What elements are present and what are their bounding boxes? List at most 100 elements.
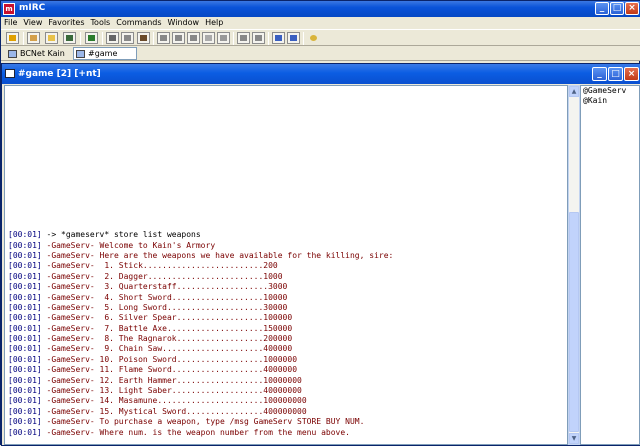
chat-scrollbar[interactable]: ▲ ▼: [568, 85, 580, 445]
menu-file[interactable]: File: [1, 17, 20, 29]
channel-window: #game [2] [+nt] _ □ × [00:01] -> *gamese…: [1, 63, 640, 446]
chat-message: 11. Flame Sword...................400000…: [94, 365, 298, 375]
chat-line: [00:01] -GameServ- 9. Chain Saw.........…: [8, 344, 566, 354]
chat-text-area[interactable]: [00:01] -> *gameserv* store list weapons…: [4, 85, 568, 445]
dcc-options-icon[interactable]: [137, 32, 150, 44]
colors-icon[interactable]: [217, 32, 230, 44]
chat-timestamp: [00:01]: [8, 365, 42, 375]
chat-nick: -GameServ-: [46, 344, 95, 354]
channels-folder-icon[interactable]: [45, 32, 58, 44]
chat-nick: ->: [46, 230, 57, 240]
chat-message: To purchase a weapon, type /msg GameServ…: [94, 417, 365, 427]
chat-timestamp: [00:01]: [8, 354, 42, 364]
menu-help[interactable]: Help: [202, 17, 226, 29]
close-button[interactable]: ×: [625, 2, 639, 15]
chat-nick: -GameServ-: [46, 427, 95, 437]
toolbar-separator: [268, 32, 269, 45]
chat-lines: [00:01] -> *gameserv* store list weapons…: [8, 230, 566, 438]
scroll-thumb[interactable]: [569, 212, 579, 432]
chat-message: 8. The Ragnarok..................200000: [94, 334, 293, 344]
chat-timestamp: [00:01]: [8, 323, 42, 333]
chat-timestamp: [00:01]: [8, 282, 42, 292]
switchbar-item-label: #game: [88, 49, 118, 58]
chat-line: [00:01] -GameServ- Where num. is the wea…: [8, 428, 566, 438]
channel-title: #game [2] [+nt]: [18, 69, 101, 79]
chat-message: 1. Stick.........................200: [94, 261, 278, 271]
chat-nick: -GameServ-: [46, 261, 95, 271]
menu-commands[interactable]: Commands: [113, 17, 164, 29]
chat-message: 4. Short Sword...................10000: [94, 292, 288, 302]
scroll-down-arrow-icon[interactable]: ▼: [569, 433, 579, 444]
arrange-icon[interactable]: [287, 32, 300, 44]
chat-line: [00:01] -GameServ- 8. The Ragnarok......…: [8, 334, 566, 344]
chat-message: 12. Earth Hammer..................100000…: [94, 375, 302, 385]
chat-message: 6. Silver Spear..................100000: [94, 313, 293, 323]
chat-line: [00:01] -GameServ- 5. Long Sword........…: [8, 303, 566, 313]
chat-timestamp: [00:01]: [8, 271, 42, 281]
options-icon[interactable]: [27, 32, 40, 44]
chat-nick: -GameServ-: [46, 396, 95, 406]
chat-line: [00:01] -GameServ- 4. Short Sword.......…: [8, 293, 566, 303]
chat-line: [00:01] -GameServ- 1. Stick.............…: [8, 261, 566, 271]
menu-view[interactable]: View: [20, 17, 45, 29]
dcc-send-icon[interactable]: [106, 32, 119, 44]
log-files-icon[interactable]: [202, 32, 215, 44]
toolbar-separator: [80, 32, 81, 45]
channel-titlebar[interactable]: #game [2] [+nt] _ □ ×: [2, 64, 640, 84]
dcc-chat-icon[interactable]: [121, 32, 134, 44]
tile-vertical-icon[interactable]: [252, 32, 265, 44]
switchbar: BCNet Kain #game: [1, 46, 640, 61]
chat-message: 9. Chain Saw.....................400000: [94, 344, 293, 354]
chat-line: [00:01] -GameServ- To purchase a weapon,…: [8, 417, 566, 427]
chat-nick: -GameServ-: [46, 334, 95, 344]
chat-nick: -GameServ-: [46, 386, 95, 396]
chat-line: [00:01] -GameServ- 13. Light Saber......…: [8, 386, 566, 396]
menu-tools[interactable]: Tools: [88, 17, 114, 29]
script-editor-icon[interactable]: [63, 32, 76, 44]
maximize-button[interactable]: □: [610, 2, 624, 15]
chat-timestamp: [00:01]: [8, 406, 42, 416]
channel-close-button[interactable]: ×: [624, 67, 639, 81]
chat-message: *gameserv* store list weapons: [56, 230, 201, 240]
chat-line: [00:01] -GameServ- 14. Masamune.........…: [8, 396, 566, 406]
cascade-icon[interactable]: [272, 32, 285, 44]
mdi-area: #game [2] [+nt] _ □ × [00:01] -> *gamese…: [1, 63, 640, 446]
mirc-logo-icon: m: [3, 3, 15, 15]
menu-favorites[interactable]: Favorites: [45, 17, 87, 29]
tile-horizontal-icon[interactable]: [237, 32, 250, 44]
channel-minimize-button[interactable]: _: [592, 67, 607, 81]
help-bulb-icon[interactable]: [307, 32, 320, 44]
chat-line: [00:01] -GameServ- 3. Quarterstaff......…: [8, 282, 566, 292]
chat-message: Here are the weapons we have available f…: [94, 250, 394, 260]
nick-list-item[interactable]: @GameServ: [581, 86, 639, 96]
chat-timestamp: [00:01]: [8, 427, 42, 437]
nick-list[interactable]: @GameServ @Kain: [580, 85, 640, 445]
connect-icon[interactable]: [6, 32, 19, 44]
switchbar-item-server[interactable]: BCNet Kain: [5, 47, 69, 60]
app-title: mIRC: [19, 3, 46, 13]
chat-message: Welcome to Kain's Armory: [94, 240, 216, 250]
chat-line: [00:01] -GameServ- 11. Flame Sword......…: [8, 365, 566, 375]
received-files-icon[interactable]: [187, 32, 200, 44]
chat-nick: -GameServ-: [46, 313, 95, 323]
chat-timestamp: [00:01]: [8, 344, 42, 354]
server-window-icon: [8, 50, 17, 58]
scroll-up-arrow-icon[interactable]: ▲: [569, 86, 579, 97]
chat-nick: -GameServ-: [46, 240, 95, 250]
channel-maximize-button[interactable]: □: [608, 67, 623, 81]
chat-nick: -GameServ-: [46, 250, 95, 260]
menu-bar: File View Favorites Tools Commands Window Help: [1, 17, 640, 29]
switchbar-item-game[interactable]: #game: [73, 47, 137, 60]
nick-list-item[interactable]: @Kain: [581, 96, 639, 106]
chat-message: Where num. is the weapon number from the…: [94, 427, 350, 437]
notify-list-icon[interactable]: [157, 32, 170, 44]
url-list-icon[interactable]: [172, 32, 185, 44]
menu-window[interactable]: Window: [165, 17, 203, 29]
chat-message: 13. Light Saber...................400000…: [94, 386, 302, 396]
toolbar-separator: [303, 32, 304, 45]
chat-timestamp: [00:01]: [8, 240, 42, 250]
app-titlebar[interactable]: m mIRC _ □ ×: [1, 1, 640, 17]
toolbar-separator: [153, 32, 154, 45]
minimize-button[interactable]: _: [595, 2, 609, 15]
address-book-icon[interactable]: [85, 32, 98, 44]
